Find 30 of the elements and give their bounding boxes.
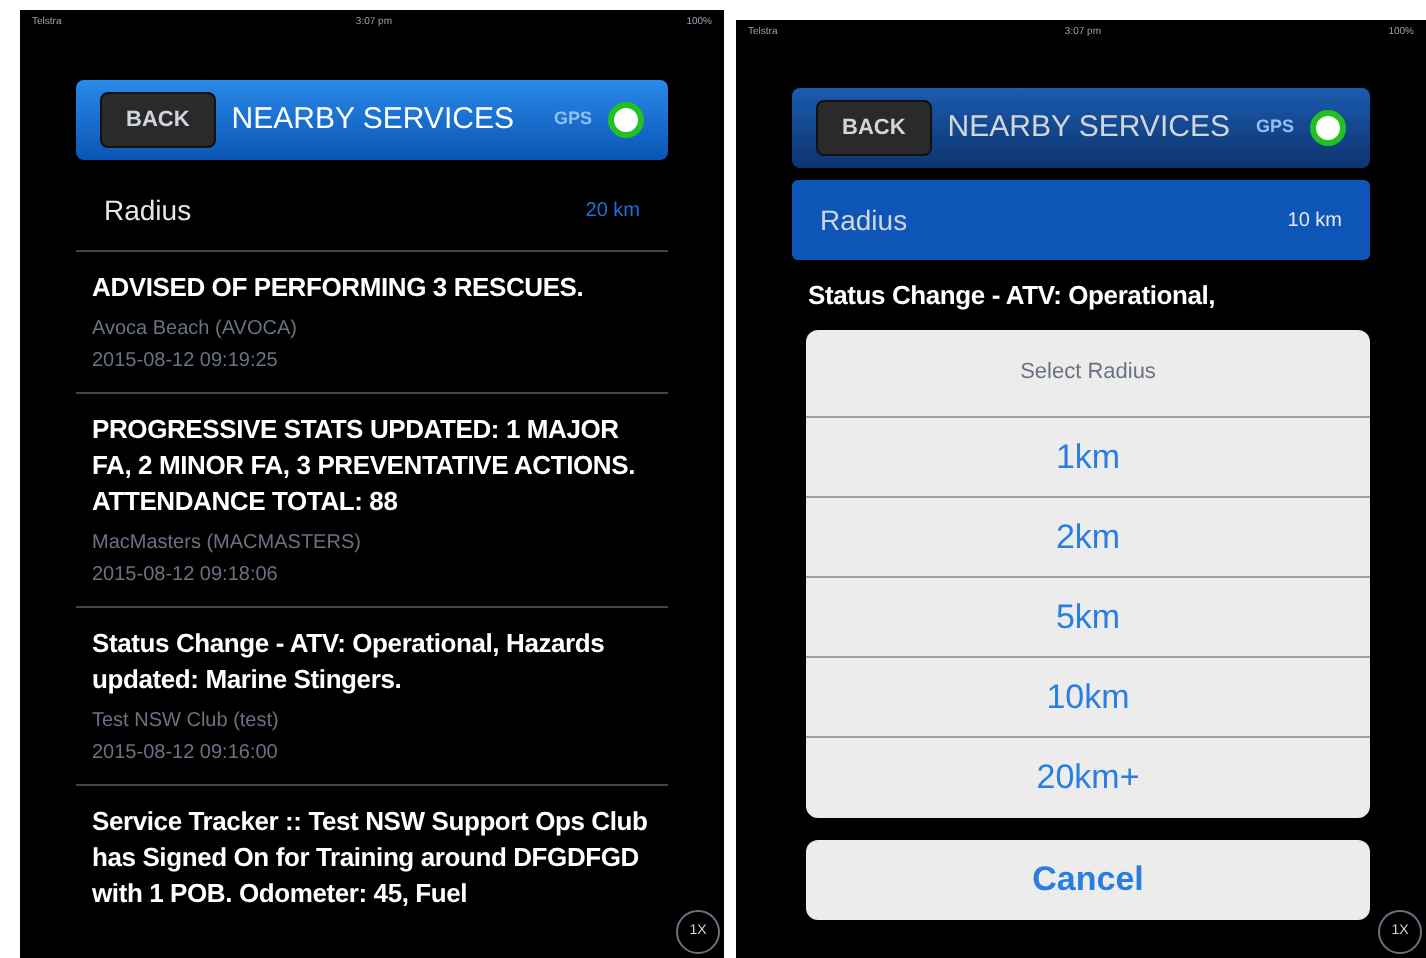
timestamp: 2015-08-12 09:18:06 [92, 562, 280, 590]
radius-option[interactable]: 10km [806, 658, 1370, 738]
club-name: MacMasters (MACMASTERS) [92, 530, 363, 558]
club-name: Avoca Beach (AVOCA) [92, 316, 299, 344]
radius-option[interactable]: 20km+ [806, 738, 1370, 818]
radius-option[interactable]: 2km [806, 498, 1370, 578]
back-button[interactable]: BACK [100, 92, 216, 148]
gps-label: GPS [1255, 114, 1294, 141]
radius-value: 20 km [585, 198, 640, 226]
gps-label: GPS [553, 106, 592, 133]
cancel-button[interactable]: Cancel [806, 840, 1370, 920]
radius-row[interactable]: Radius 10 km [792, 180, 1370, 260]
radius-label: Radius [104, 192, 192, 230]
timestamp: 2015-08-12 09:19:25 [92, 348, 280, 376]
radius-label: Radius [820, 201, 908, 239]
news-title: ADVISED OF PERFORMING 3 RESCUES. [92, 270, 586, 306]
radius-option[interactable]: 1km [806, 418, 1370, 498]
news-title: Service Tracker :: Test NSW Support Ops Club has Signed On for Training around DFGDFGD with 1 POB. Odometer: 45, Fuel [92, 804, 650, 912]
news-title: Status Change - ATV: Operational, Hazards updated: Marine Stingers. [92, 626, 607, 698]
radius-option[interactable]: 5km [806, 578, 1370, 658]
news-title: PROGRESSIVE STATS UPDATED: 1 MAJOR FA, 2 MINOR FA, 3 PREVENTATIVE ACTIONS. ATTENDANCE TOTAL: 88 [92, 412, 637, 520]
radius-value: 10 km [1287, 207, 1342, 235]
screen-title: NEARBY SERVICES [947, 107, 1230, 148]
timestamp: 2015-08-12 09:16:00 [92, 740, 280, 768]
news-title: Status Change - ATV: Operational, [808, 278, 1218, 314]
club-name: Test NSW Club (test) [92, 708, 281, 736]
radius-row[interactable]: Radius 20 km [76, 172, 668, 252]
screen-title: NEARBY SERVICES [231, 99, 514, 140]
sheet-title: Select Radius [806, 330, 1370, 418]
back-button[interactable]: BACK [816, 100, 932, 156]
